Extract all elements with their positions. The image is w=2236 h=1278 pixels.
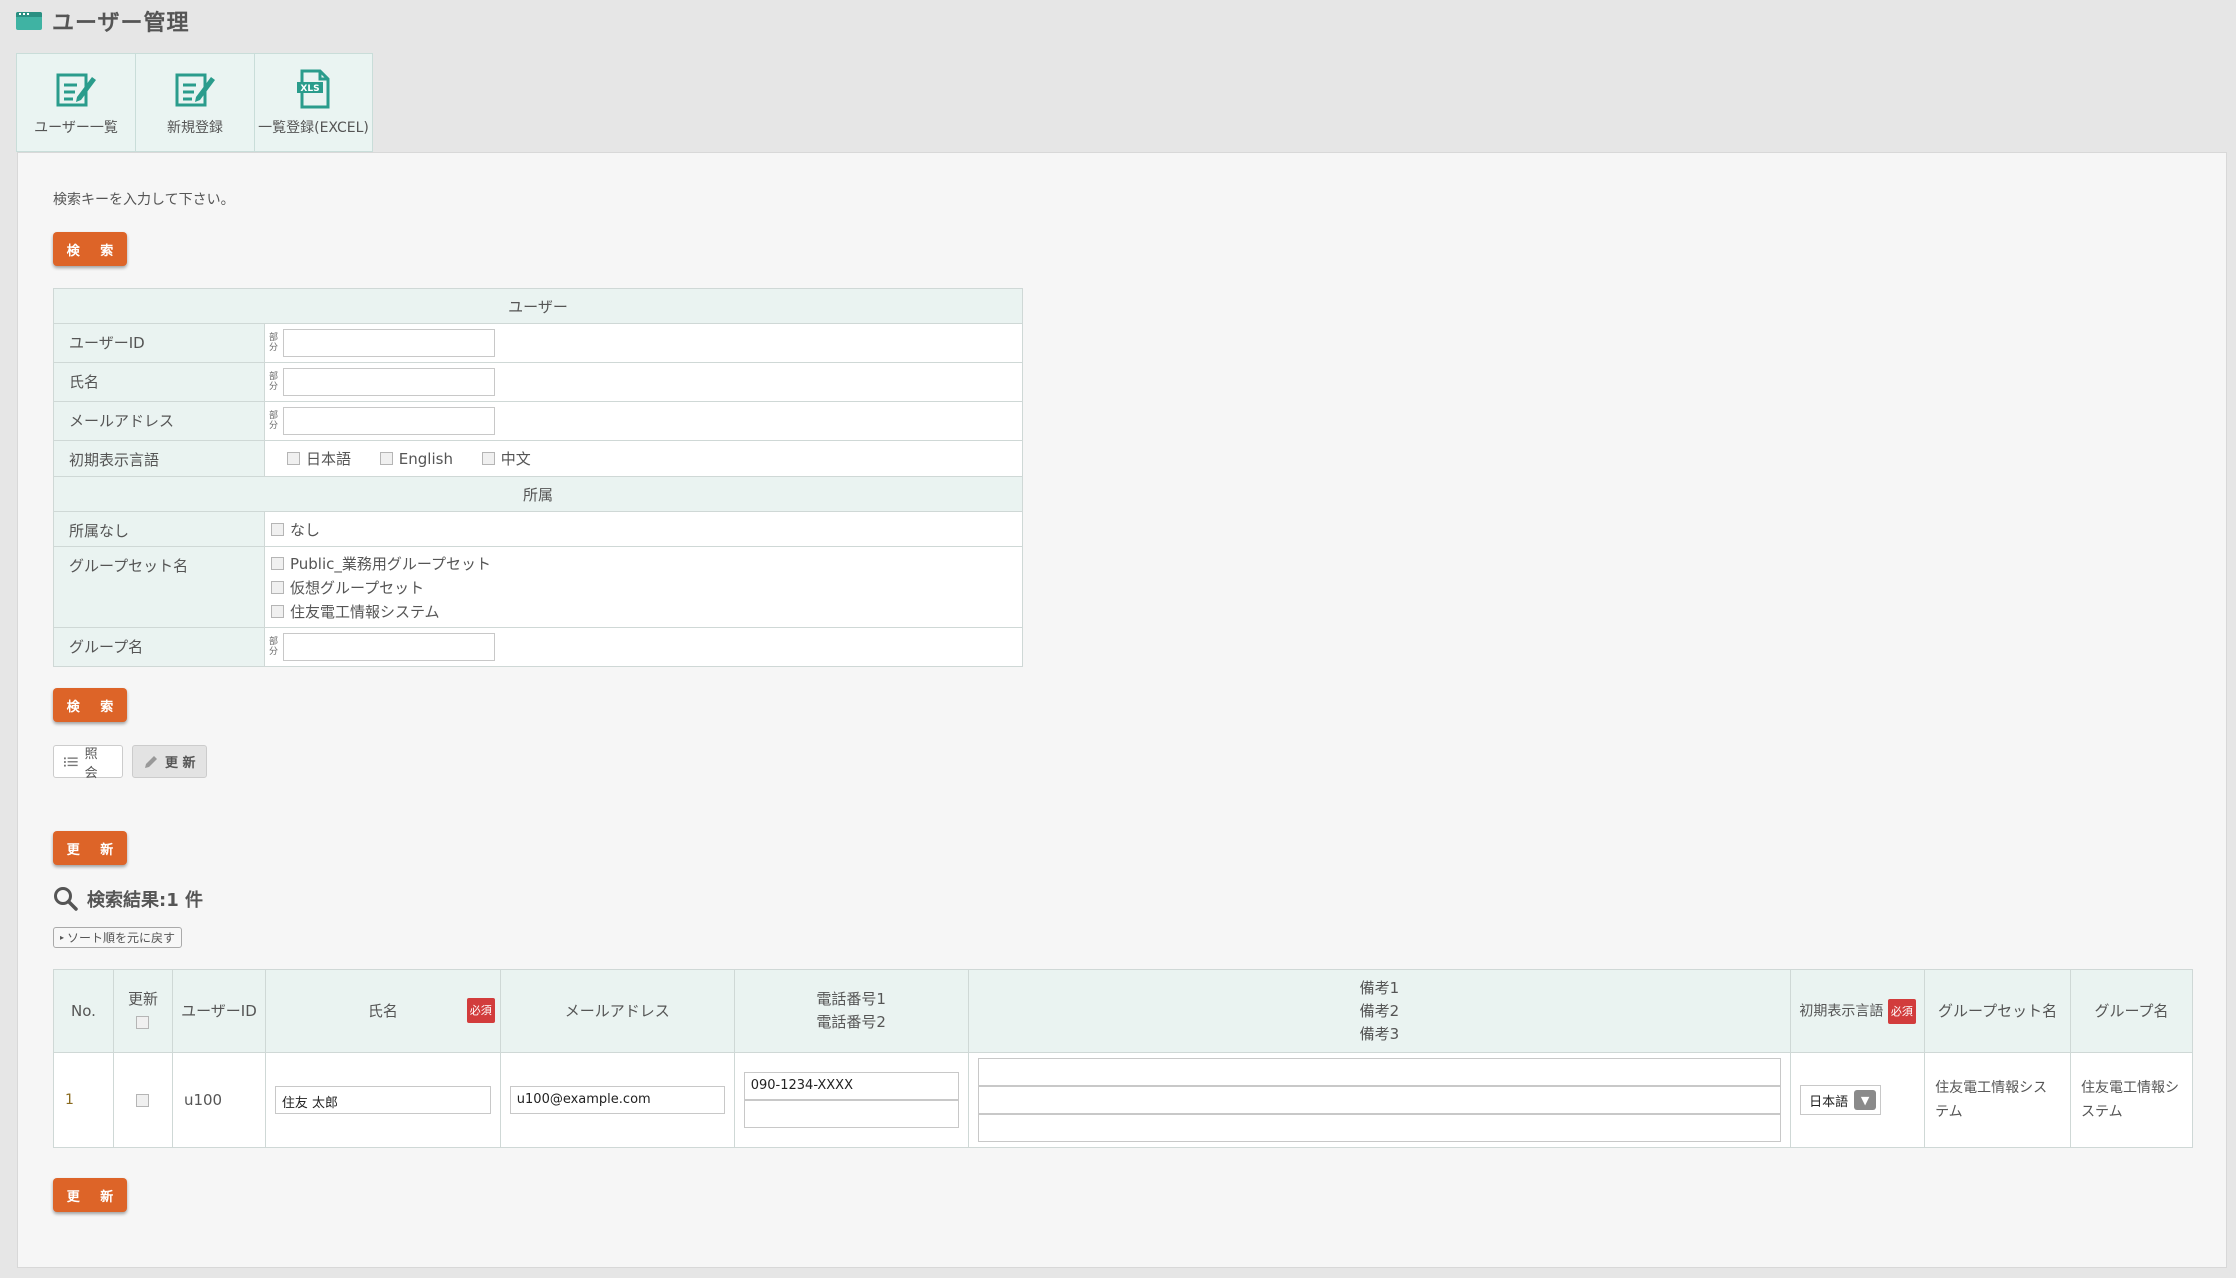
edit-document-icon	[56, 73, 96, 106]
row-note2-input[interactable]	[977, 1086, 1782, 1114]
xls-file-icon: XLS	[296, 69, 329, 108]
row-phone2-input[interactable]	[743, 1100, 959, 1128]
checkbox[interactable]	[271, 556, 284, 570]
label-group-name: グループ名	[53, 627, 265, 667]
label-no-affiliation: 所属なし	[53, 511, 265, 547]
search-button-bottom[interactable]: 検 索	[53, 688, 127, 722]
col-language[interactable]: 初期表示言語 必須	[1790, 969, 1926, 1053]
tab-new-registration[interactable]: 新規登録	[135, 53, 254, 152]
col-group[interactable]: グループ名	[2070, 969, 2193, 1053]
user-id-input[interactable]	[283, 329, 495, 357]
col-user-id[interactable]: ユーザーID	[171, 969, 266, 1053]
sort-reset-button[interactable]: ▸ ソート順を元に戻す	[53, 927, 183, 948]
triangle-right-icon: ▸	[60, 933, 65, 942]
section-header-affiliation: 所属	[53, 476, 1023, 512]
tab-user-list[interactable]: ユーザー一覧	[16, 53, 135, 152]
language-option-en[interactable]: English	[379, 450, 453, 468]
checkbox[interactable]	[481, 452, 495, 465]
label-language: 初期表示言語	[53, 440, 265, 477]
results-table: No. 更新 ユーザーID 氏名 必須 メールアドレス 電話番号1 電話番号2 …	[53, 969, 2193, 1148]
update-button-top[interactable]: 更 新	[53, 831, 127, 865]
required-badge: 必須	[1887, 998, 1916, 1024]
row-note3-input[interactable]	[977, 1114, 1782, 1142]
row-user-id: u100	[171, 1052, 266, 1148]
groupset-option-public[interactable]: Public_業務用グループセット	[271, 551, 1022, 575]
row-no: 1	[53, 1052, 114, 1148]
group-name-input[interactable]	[283, 633, 495, 661]
svg-text:XLS: XLS	[300, 84, 319, 94]
mode-toggle: 照 会 更 新	[53, 745, 216, 781]
language-option-ja[interactable]: 日本語	[287, 448, 351, 469]
checkbox[interactable]	[271, 604, 284, 618]
col-update[interactable]: 更新	[112, 969, 173, 1053]
col-groupset[interactable]: グループセット名	[1924, 969, 2071, 1053]
search-icon	[54, 887, 78, 911]
row-group: 住友電工情報システム	[2070, 1052, 2193, 1148]
label-groupset-name: グループセット名	[53, 546, 265, 628]
groupset-option-virtual[interactable]: 仮想グループセット	[271, 575, 1022, 599]
search-instruction: 検索キーを入力して下さい。	[53, 192, 235, 208]
tab-label: 新規登録	[167, 119, 223, 136]
groupset-option-sei[interactable]: 住友電工情報システム	[271, 599, 1022, 623]
tab-bar: ユーザー一覧 新規登録 XLS 一覧登録(EXCEL)	[16, 53, 373, 152]
col-no[interactable]: No.	[53, 969, 114, 1053]
edit-document-icon	[175, 73, 215, 106]
tab-excel-registration[interactable]: XLS 一覧登録(EXCEL)	[254, 53, 373, 152]
row-language-select[interactable]: 日本語 ▼	[1800, 1085, 1882, 1115]
pencil-icon	[145, 755, 157, 768]
row-note1-input[interactable]	[977, 1058, 1782, 1086]
chevron-down-icon: ▼	[1854, 1090, 1877, 1110]
checkbox[interactable]	[271, 522, 284, 536]
results-header-row: No. 更新 ユーザーID 氏名 必須 メールアドレス 電話番号1 電話番号2 …	[53, 969, 2193, 1053]
page-header: ユーザー管理	[16, 6, 190, 36]
result-title: 検索結果:1 件	[53, 886, 203, 912]
checkbox[interactable]	[379, 452, 393, 465]
col-email[interactable]: メールアドレス	[499, 969, 735, 1053]
checkbox[interactable]	[271, 580, 284, 594]
required-badge: 必須	[466, 998, 495, 1023]
row-update-checkbox[interactable]	[136, 1094, 150, 1107]
search-form: ユーザー ユーザーID 部分 氏名 部分 メールアドレス 部分 初期表示言語 日…	[53, 288, 1023, 667]
update-mode-button[interactable]: 更 新	[132, 745, 207, 778]
table-row: 1 u100 住友 太郎 u100@example.com 090-1234-X…	[53, 1052, 2193, 1148]
checkbox[interactable]	[287, 452, 300, 465]
partial-match-marker: 部分	[269, 333, 279, 353]
label-email: メールアドレス	[53, 401, 265, 441]
col-notes[interactable]: 備考1 備考2 備考3	[967, 969, 1792, 1053]
view-mode-button[interactable]: 照 会	[53, 745, 123, 781]
email-input[interactable]	[283, 407, 495, 435]
window-icon	[16, 12, 42, 30]
page-title: ユーザー管理	[52, 11, 190, 36]
select-all-checkbox[interactable]	[136, 1016, 150, 1029]
label-user-id: ユーザーID	[53, 323, 265, 363]
tab-label: 一覧登録(EXCEL)	[258, 119, 369, 136]
section-header-user: ユーザー	[53, 288, 1023, 324]
row-phone1-input[interactable]: 090-1234-XXXX	[743, 1072, 959, 1100]
search-button-top[interactable]: 検 索	[53, 232, 127, 266]
col-name[interactable]: 氏名 必須	[264, 969, 501, 1053]
update-button-bottom[interactable]: 更 新	[53, 1178, 127, 1212]
name-input[interactable]	[283, 368, 495, 396]
partial-match-marker: 部分	[269, 637, 279, 657]
label-name: 氏名	[53, 362, 265, 402]
row-groupset: 住友電工情報システム	[1924, 1052, 2071, 1148]
no-affiliation-option[interactable]: なし	[271, 517, 1022, 541]
col-phone[interactable]: 電話番号1 電話番号2	[733, 969, 969, 1053]
row-name-input[interactable]: 住友 太郎	[274, 1086, 491, 1114]
row-email-input[interactable]: u100@example.com	[509, 1086, 725, 1114]
partial-match-marker: 部分	[269, 411, 279, 431]
language-option-zh[interactable]: 中文	[481, 448, 531, 469]
list-icon	[64, 756, 78, 767]
partial-match-marker: 部分	[269, 372, 279, 392]
tab-label: ユーザー一覧	[34, 119, 118, 136]
